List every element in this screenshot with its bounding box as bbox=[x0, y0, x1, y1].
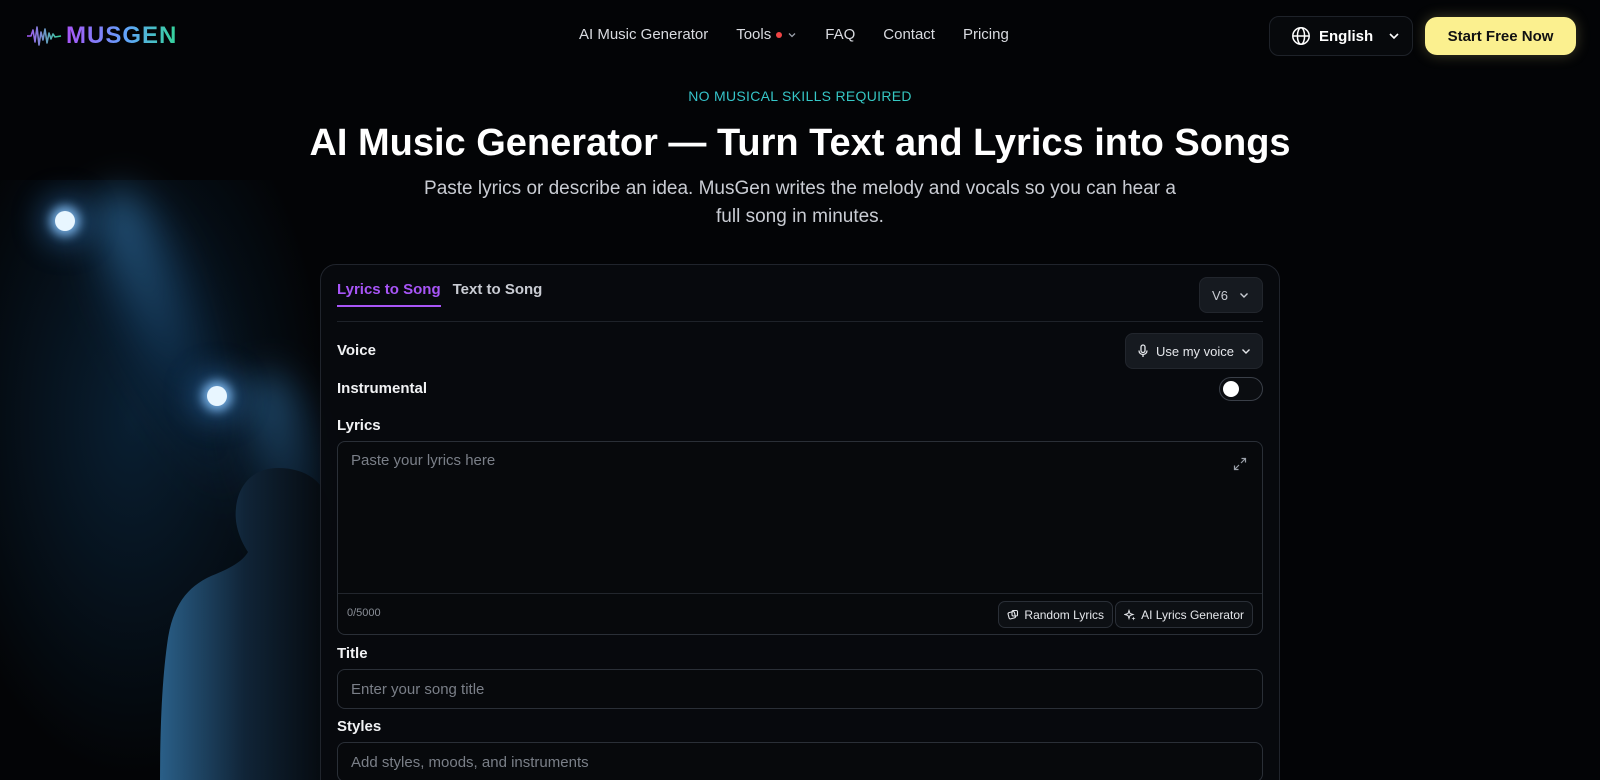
spotlight-1 bbox=[55, 211, 75, 231]
title-label: Title bbox=[337, 645, 368, 662]
version-label: V6 bbox=[1212, 287, 1228, 303]
spotlight-2 bbox=[207, 386, 227, 406]
singer-silhouette bbox=[160, 468, 330, 780]
title-field bbox=[337, 669, 1263, 709]
nav-tools-label: Tools bbox=[736, 26, 772, 43]
instrumental-toggle[interactable] bbox=[1219, 377, 1263, 401]
ai-lyrics-generator-label: AI Lyrics Generator bbox=[1141, 607, 1244, 622]
random-lyrics-button[interactable]: Random Lyrics bbox=[998, 601, 1113, 628]
nav-ai-music-generator[interactable]: AI Music Generator bbox=[579, 26, 708, 43]
lyrics-footer: 0/5000 Random Lyrics AI Lyrics Generator bbox=[338, 593, 1262, 635]
styles-field bbox=[337, 742, 1263, 780]
nav-contact[interactable]: Contact bbox=[883, 26, 935, 43]
site-header: MUSGEN AI Music Generator Tools FAQ Cont… bbox=[0, 0, 1600, 72]
tab-text-to-song[interactable]: Text to Song bbox=[453, 281, 543, 307]
new-indicator-dot bbox=[776, 31, 783, 38]
chevron-down-icon bbox=[788, 32, 796, 37]
toggle-knob bbox=[1223, 381, 1239, 397]
waveform-icon bbox=[27, 26, 62, 46]
lyrics-char-counter: 0/5000 bbox=[347, 607, 381, 619]
use-my-voice-button[interactable]: Use my voice bbox=[1125, 333, 1263, 369]
lyrics-label: Lyrics bbox=[337, 417, 381, 434]
instrumental-label: Instrumental bbox=[337, 380, 428, 397]
nav-tools[interactable]: Tools bbox=[736, 26, 797, 43]
hero-subtitle: Paste lyrics or describe an idea. MusGen… bbox=[424, 178, 1176, 227]
chevron-down-icon bbox=[1239, 293, 1248, 298]
chevron-down-icon bbox=[1242, 349, 1251, 354]
ai-lyrics-generator-button[interactable]: AI Lyrics Generator bbox=[1115, 601, 1253, 628]
tab-lyrics-to-song[interactable]: Lyrics to Song bbox=[337, 281, 441, 307]
lyrics-input[interactable] bbox=[338, 442, 1262, 592]
tabs-divider bbox=[337, 321, 1263, 322]
chevron-down-icon bbox=[1389, 33, 1399, 40]
expand-icon[interactable] bbox=[1232, 456, 1248, 472]
nav-faq[interactable]: FAQ bbox=[825, 26, 855, 43]
globe-icon bbox=[1292, 27, 1310, 45]
styles-label: Styles bbox=[337, 718, 382, 735]
sparkles-icon bbox=[1124, 608, 1136, 620]
page-title: AI Music Generator — Turn Text and Lyric… bbox=[309, 122, 1291, 164]
use-my-voice-label: Use my voice bbox=[1155, 343, 1235, 359]
generator-tabs: Lyrics to Song Text to Song bbox=[337, 281, 542, 307]
song-generator-card: Lyrics to Song Text to Song V6 Voice Use… bbox=[320, 264, 1280, 780]
logo-text: MUSGEN bbox=[66, 22, 178, 49]
hero-eyebrow: NO MUSICAL SKILLS REQUIRED bbox=[0, 88, 1600, 104]
main-nav: AI Music Generator Tools FAQ Contact Pri… bbox=[579, 26, 1009, 43]
styles-input[interactable] bbox=[338, 743, 1262, 780]
random-lyrics-label: Random Lyrics bbox=[1024, 607, 1104, 622]
start-free-button[interactable]: Start Free Now bbox=[1425, 17, 1576, 55]
dice-icon bbox=[1007, 609, 1019, 619]
microphone-icon bbox=[1138, 344, 1148, 357]
brand-logo[interactable]: MUSGEN bbox=[26, 22, 177, 50]
language-label: English bbox=[1319, 27, 1374, 45]
voice-label: Voice bbox=[337, 342, 376, 359]
nav-pricing[interactable]: Pricing bbox=[963, 26, 1009, 43]
model-version-select[interactable]: V6 bbox=[1199, 277, 1263, 313]
language-selector[interactable]: English bbox=[1269, 16, 1413, 56]
lyrics-editor: 0/5000 Random Lyrics AI Lyrics Generator bbox=[337, 441, 1263, 635]
title-input[interactable] bbox=[338, 670, 1262, 708]
